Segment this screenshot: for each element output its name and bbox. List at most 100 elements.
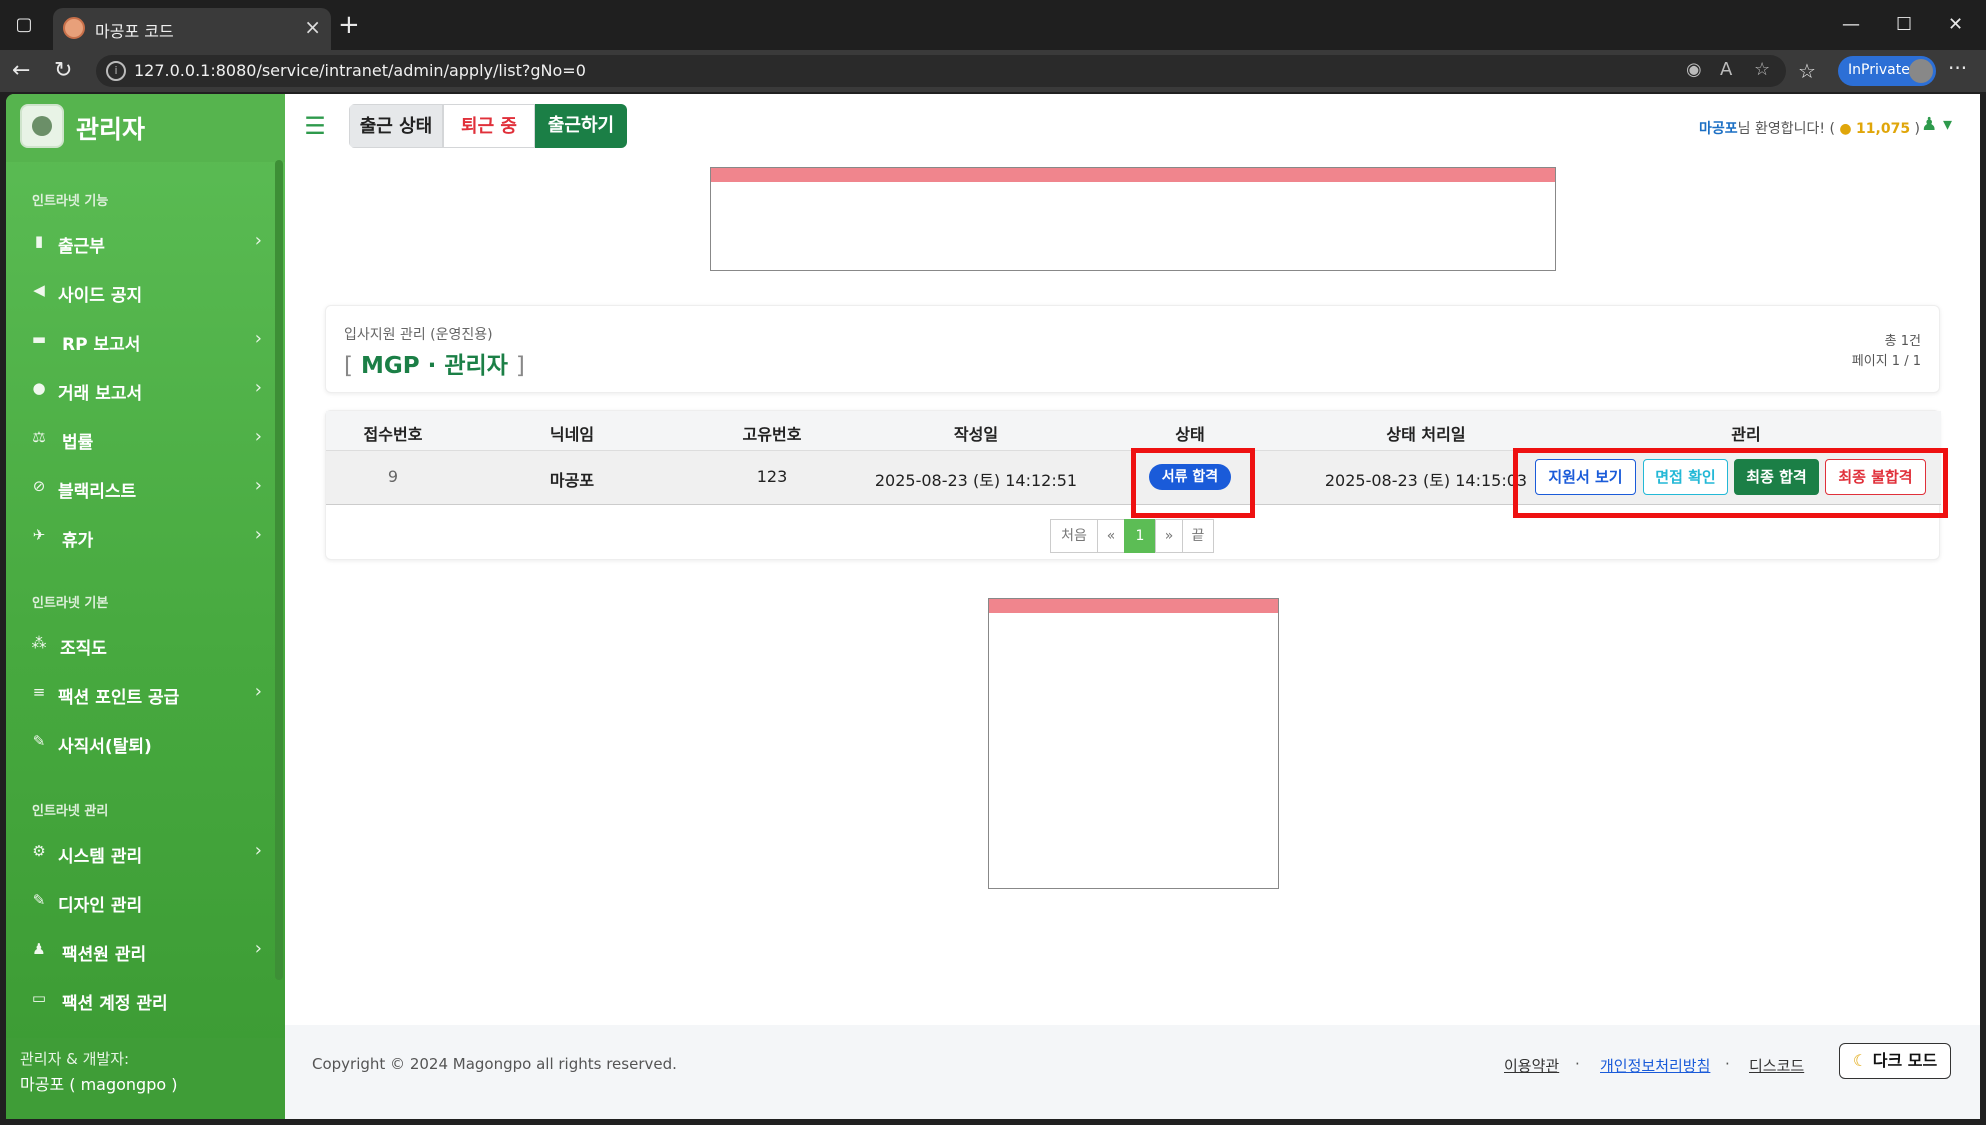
status-highlight-box: [1131, 448, 1255, 518]
coins-icon: ≡: [32, 683, 46, 701]
id-card-icon: ▭: [31, 989, 47, 1007]
points-value: 11,075: [1856, 121, 1911, 137]
sidebar-item-design[interactable]: ✎ 디자인 관리: [30, 885, 262, 917]
logo: [20, 104, 64, 148]
attendance-status-value: 퇴근 중: [443, 104, 535, 148]
welcome-close: ): [1914, 121, 1920, 137]
dark-mode-label: 다크 모드: [1872, 1051, 1938, 1070]
tracking-icon[interactable]: ◉: [1686, 59, 1702, 80]
favorites-icon[interactable]: ☆: [1798, 56, 1816, 86]
dark-mode-button[interactable]: ☾ 다크 모드: [1839, 1043, 1951, 1079]
url-text: 127.0.0.1:8080/service/intranet/admin/ap…: [134, 61, 586, 80]
sidebar-item-vacation[interactable]: ✈ 휴가 ›: [30, 520, 262, 552]
brand-name: 관리자: [76, 115, 146, 144]
money-bag-icon: ●: [32, 379, 46, 397]
col-actions: 관리: [1731, 425, 1761, 444]
read-aloud-icon[interactable]: A: [1720, 59, 1732, 80]
page-title: [ MGP · 관리자 ]: [344, 346, 525, 380]
sidebar-item-side-notice[interactable]: ◀ 사이드 공지: [30, 275, 262, 307]
minimize-icon[interactable]: —: [1842, 10, 1860, 40]
chevron-right-icon: ›: [254, 328, 262, 349]
page-prev-button[interactable]: «: [1097, 519, 1125, 553]
col-number: 접수번호: [363, 425, 423, 444]
book-icon: ▮: [34, 232, 44, 250]
sidebar-item-label: 팩션 포인트 공급: [58, 688, 180, 708]
profile-avatar: [1909, 59, 1933, 83]
section-title: 인트라넷 관리: [32, 804, 109, 819]
privacy-link[interactable]: 개인정보처리방침: [1600, 1055, 1710, 1076]
more-icon[interactable]: ···: [1948, 56, 1967, 80]
plane-icon: ✈: [32, 526, 46, 544]
actions-highlight-box: [1513, 448, 1948, 518]
sidebar-item-rp-report[interactable]: ▬ RP 보고서 ›: [30, 324, 262, 356]
header-card: 입사지원 관리 (운영진용) [ MGP · 관리자 ] 총 1건 페이지 1 …: [325, 305, 1940, 393]
window-close-icon[interactable]: ✕: [1948, 10, 1963, 40]
total-count: 총 1건: [1884, 334, 1921, 349]
sidebar-item-attendance[interactable]: ▮ 출근부 ›: [30, 226, 262, 258]
sidebar-item-blacklist[interactable]: ⊘ 블랙리스트 ›: [30, 471, 262, 503]
row-uid: 123: [756, 467, 788, 486]
col-uid: 고유번호: [742, 425, 802, 444]
page-indicator: 페이지 1 / 1: [1851, 354, 1921, 369]
sidebar-item-org-chart[interactable]: ⁂ 조직도: [30, 628, 262, 660]
chevron-right-icon: ›: [254, 230, 262, 251]
browser-tabbar: ▢ 마공포 코드 × + — ☐ ✕: [0, 0, 1986, 50]
sidebar-item-resignation[interactable]: ✎ 사직서(탈퇴): [30, 726, 262, 758]
page-subtitle: 입사지원 관리 (운영진용): [344, 327, 493, 343]
refresh-icon[interactable]: ↻: [54, 56, 72, 86]
info-icon[interactable]: i: [106, 61, 126, 81]
sidebar-item-accounts[interactable]: ▭ 팩션 계정 관리: [30, 983, 262, 1015]
inprivate-label: InPrivate: [1848, 62, 1910, 78]
discord-link[interactable]: 디스코드: [1749, 1055, 1804, 1076]
sidebar-item-label: 디자인 관리: [58, 896, 143, 916]
row-created: 2025-08-23 (토) 14:12:51: [874, 471, 1078, 490]
ad-banner-bottom: [988, 598, 1279, 889]
col-created: 작성일: [953, 425, 999, 444]
maximize-icon[interactable]: ☐: [1896, 10, 1912, 40]
megaphone-icon: ◀: [33, 281, 45, 299]
address-bar: ← ↻ i 127.0.0.1:8080/service/intranet/ad…: [0, 50, 1986, 92]
browser-tab[interactable]: 마공포 코드 ×: [53, 8, 331, 50]
sidebar-item-system[interactable]: ⚙ 시스템 관리 ›: [30, 836, 262, 868]
check-in-button[interactable]: 출근하기: [535, 104, 627, 148]
sidebar-item-label: 조직도: [60, 639, 107, 659]
inprivate-badge[interactable]: InPrivate: [1838, 56, 1936, 86]
feather-icon: ✎: [32, 732, 46, 750]
user-gear-icon: ♟: [32, 940, 46, 958]
new-tab-icon[interactable]: +: [338, 10, 360, 40]
chevron-right-icon: ›: [254, 475, 262, 496]
user-menu-icon[interactable]: ♟ ▾: [1921, 114, 1952, 135]
welcome-text: 님 환영합니다! (: [1737, 121, 1835, 137]
favorite-star-icon[interactable]: ☆: [1754, 59, 1770, 80]
welcome-message: 마공포님 환영합니다! ( ● 11,075 ): [1699, 118, 1920, 138]
sidebar-brand[interactable]: 관리자: [6, 94, 285, 162]
sidebar-item-label: 법률: [62, 433, 94, 453]
page-next-button[interactable]: »: [1155, 519, 1183, 553]
page-first-button[interactable]: 처음: [1050, 519, 1098, 553]
page-last-button[interactable]: 끝: [1182, 519, 1214, 553]
page-current-button[interactable]: 1: [1124, 519, 1156, 553]
row-number: 9: [387, 467, 399, 486]
footer: Copyright © 2024 Magongpo all rights res…: [285, 1025, 1980, 1119]
sitemap-icon: ⁂: [31, 634, 47, 652]
hamburger-icon[interactable]: ☰: [293, 104, 337, 148]
url-field[interactable]: i 127.0.0.1:8080/service/intranet/admin/…: [96, 55, 1786, 87]
sidebar-item-trade-report[interactable]: ● 거래 보고서 ›: [30, 373, 262, 405]
sidebar-item-faction-points[interactable]: ≡ 팩션 포인트 공급 ›: [30, 677, 262, 709]
developer-label: 관리자 & 개발자:: [20, 1050, 130, 1068]
tab-close-icon[interactable]: ×: [304, 15, 321, 39]
row-nickname: 마공포: [549, 471, 595, 490]
sidebar-item-law[interactable]: ⚖ 법률 ›: [30, 422, 262, 454]
copyright: Copyright © 2024 Magongpo all rights res…: [312, 1055, 677, 1073]
separator: ·: [1725, 1055, 1730, 1073]
back-icon[interactable]: ←: [12, 56, 30, 86]
sidebar-scrollbar[interactable]: [275, 160, 283, 980]
chevron-right-icon: ›: [254, 377, 262, 398]
coin-icon: ●: [1839, 121, 1852, 137]
main: ☰ 출근 상태 퇴근 중 출근하기 마공포님 환영합니다! ( ● 11,075…: [285, 94, 1980, 1119]
terms-link[interactable]: 이용약관: [1504, 1055, 1559, 1076]
ad-banner-top: [710, 167, 1556, 271]
sidebar-toggle-icon[interactable]: ▢: [8, 10, 40, 40]
sidebar-item-label: 사직서(탈퇴): [58, 737, 152, 757]
sidebar-item-members[interactable]: ♟ 팩션원 관리 ›: [30, 934, 262, 966]
